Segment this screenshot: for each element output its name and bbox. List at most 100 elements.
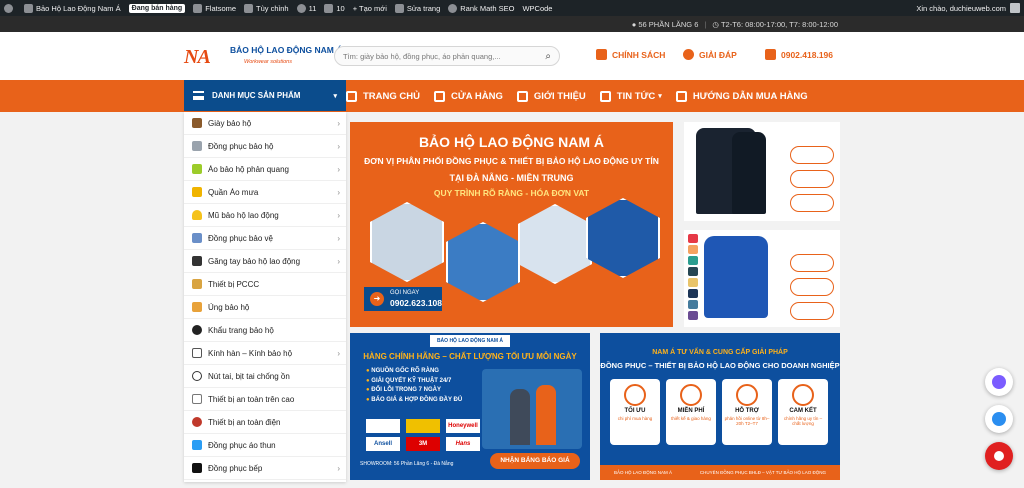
rankmath-link[interactable]: Rank Math SEO — [448, 3, 514, 13]
category-item-electrical-safety[interactable]: Thiết bị an toàn điện — [184, 411, 346, 434]
nav-item-home[interactable]: TRANG CHỦ — [346, 90, 420, 102]
category-item-height-safety[interactable]: Thiết bị an toàn trên cao — [184, 388, 346, 411]
policy-link[interactable]: CHÍNH SÁCH — [596, 49, 665, 60]
logo-title: BẢO HỘ LAO ĐỘNG NAM Á — [230, 45, 343, 55]
map-pin-icon: ● — [631, 19, 639, 29]
category-item-raincoat[interactable]: Quần Áo mưa › — [184, 181, 346, 204]
home-icon — [346, 90, 357, 102]
category-item-boots[interactable]: Ủng bảo hộ — [184, 296, 346, 319]
hero-photo-office — [370, 202, 444, 282]
refresh-icon — [296, 3, 306, 13]
electric-glove-icon — [192, 417, 202, 427]
worker-figure — [536, 385, 556, 445]
phone-link[interactable]: 0902.418.196 — [765, 49, 833, 60]
promo-banner-solutions[interactable]: NAM Á TƯ VẤN & CUNG CẤP GIẢI PHÁP ĐỒNG P… — [600, 333, 840, 480]
wordpress-logo-button[interactable] — [4, 3, 16, 13]
fire-extinguisher-icon — [192, 279, 202, 289]
search-input[interactable]: Tìm: giày bảo hộ, đồng phục, áo phản qua… — [334, 46, 560, 66]
messenger-icon — [992, 375, 1006, 389]
banner-logo: BẢO HỘ LAO ĐỘNG NAM Á — [430, 335, 510, 347]
calendar-icon — [599, 90, 611, 102]
chevron-right-icon: › — [337, 141, 340, 151]
greeting: Xin chào, duchieuweb.com — [916, 3, 1006, 13]
updates-link[interactable]: 11 — [296, 3, 316, 13]
category-item-fire-equipment[interactable]: Thiết bị PCCC — [184, 273, 346, 296]
search-icon[interactable]: ⌕ — [545, 51, 551, 62]
support-24-7-icon — [736, 384, 758, 406]
pencil-icon — [394, 3, 404, 13]
side-banner-raincoat[interactable] — [684, 122, 840, 221]
edit-page-link[interactable]: Sửa trang — [394, 3, 440, 13]
banner-headline: HÀNG CHÍNH HÃNG – CHẤT LƯỢNG TỐI ƯU MỖI … — [363, 352, 577, 361]
clock-icon: ◷ — [712, 19, 721, 29]
truck-icon — [675, 90, 687, 102]
helmet-icon — [192, 210, 202, 220]
hero-banner[interactable]: BẢO HỘ LAO ĐỘNG NAM Á ĐƠN VỊ PHÂN PHỐI Đ… — [350, 122, 673, 327]
messenger-button[interactable] — [985, 368, 1013, 396]
logo-subtitle: Workwear solutions — [244, 59, 292, 65]
vest-image — [704, 236, 768, 318]
account-menu[interactable]: Xin chào, duchieuweb.com — [916, 3, 1020, 13]
theme-link[interactable]: Flatsome — [193, 3, 236, 13]
shoe-icon — [192, 118, 202, 128]
side-banner-vest[interactable] — [684, 230, 840, 327]
nav-item-guide[interactable]: HƯỚNG DẪN MUA HÀNG — [675, 90, 808, 102]
category-menu-button[interactable]: DANH MỤC SẢN PHẨM ▾ — [184, 80, 346, 111]
benefit-card: TỐI ƯU chi phí mua hàng — [610, 379, 660, 445]
feature-badge — [790, 194, 834, 212]
medal-icon — [792, 384, 814, 406]
category-item-reflective-vest[interactable]: Áo bảo hộ phản quang › — [184, 158, 346, 181]
logo-mark: NA — [184, 46, 211, 68]
nav-item-news[interactable]: TIN TỨC ▾ — [599, 90, 662, 102]
admin-bar: Bảo Hộ Lao Động Nam Á Đang bán hàng Flat… — [0, 0, 1024, 16]
uniform-icon — [192, 141, 202, 151]
search-placeholder: Tìm: giày bảo hộ, đồng phục, áo phản qua… — [343, 51, 501, 61]
site-name: Bảo Hộ Lao Động Nam Á — [36, 3, 121, 13]
get-quote-button[interactable]: NHẬN BẢNG BÁO GIÁ — [490, 453, 580, 469]
wpcode-link[interactable]: WPCode — [522, 4, 552, 13]
guard-icon — [192, 233, 202, 243]
category-item-uniform[interactable]: Đồng phục bảo hộ › — [184, 135, 346, 158]
hero-photo-worker — [518, 204, 592, 284]
brand-logo-hans: Hans — [446, 437, 480, 451]
category-item-gloves[interactable]: Găng tay bảo hộ lao động › — [184, 250, 346, 273]
worker-figure — [510, 389, 530, 445]
comments-link[interactable]: 10 — [324, 3, 345, 13]
chevron-right-icon: › — [337, 118, 340, 128]
store-status-badge[interactable]: Đang bán hàng — [128, 3, 186, 13]
category-item-mask[interactable]: Khẩu trang bảo hộ — [184, 319, 346, 342]
phone-icon — [994, 451, 1004, 461]
chevron-down-icon: ▾ — [658, 93, 662, 100]
banner-title-2: ĐỒNG PHỤC – THIẾT BỊ BẢO HỘ LAO ĐỘNG CHO… — [600, 361, 840, 370]
brand-logo-3m: 3M — [406, 437, 440, 451]
site-logo[interactable]: NA BẢO HỘ LAO ĐỘNG NAM Á Workwear soluti… — [184, 42, 342, 72]
raincoat-pants-image — [732, 132, 766, 214]
chevron-right-icon: › — [337, 164, 340, 174]
category-item-safety-shoes[interactable]: Giày bảo hộ › — [184, 112, 346, 135]
site-name-link[interactable]: Bảo Hộ Lao Động Nam Á — [24, 3, 121, 13]
hero-photo-warehouse — [586, 198, 660, 278]
contact-card-icon — [516, 90, 528, 102]
new-content-link[interactable]: + Tạo mới — [353, 4, 387, 13]
faq-link[interactable]: GIẢI ĐÁP — [683, 49, 737, 60]
nav-item-about[interactable]: GIỚI THIỆU — [516, 90, 586, 102]
category-item-tshirt[interactable]: Đồng phục áo thun — [184, 434, 346, 457]
category-item-helmet[interactable]: Mũ bảo hộ lao động › — [184, 204, 346, 227]
category-item-guard-uniform[interactable]: Đồng phục bảo vệ › — [184, 227, 346, 250]
nav-item-shop[interactable]: CỬA HÀNG — [434, 90, 503, 102]
chat-icon — [683, 49, 694, 60]
comment-icon — [324, 3, 334, 13]
hours-text: T2-T6: 08:00-17:00, T7: 8:00-12:00 — [720, 19, 838, 29]
category-item-goggles[interactable]: Kính hàn – Kính bảo hộ › — [184, 342, 346, 365]
category-item-kitchen-uniform[interactable]: Đồng phục bếp › — [184, 457, 346, 480]
brand-logo-honeywell: Honeywell — [446, 419, 480, 433]
customize-link[interactable]: Tùy chỉnh — [244, 3, 289, 13]
chevron-down-icon: ▾ — [333, 92, 337, 100]
zalo-button[interactable] — [985, 405, 1013, 433]
promo-banner-genuine[interactable]: BẢO HỘ LAO ĐỘNG NAM Á HÀNG CHÍNH HÃNG – … — [350, 333, 590, 480]
category-item-earplugs[interactable]: Nút tai, bịt tai chống ồn — [184, 365, 346, 388]
call-button[interactable] — [985, 442, 1013, 470]
zalo-icon — [992, 412, 1006, 426]
address-text: 56 PHẦN LĂNG 6 — [638, 19, 699, 29]
feature-badge — [790, 170, 834, 188]
